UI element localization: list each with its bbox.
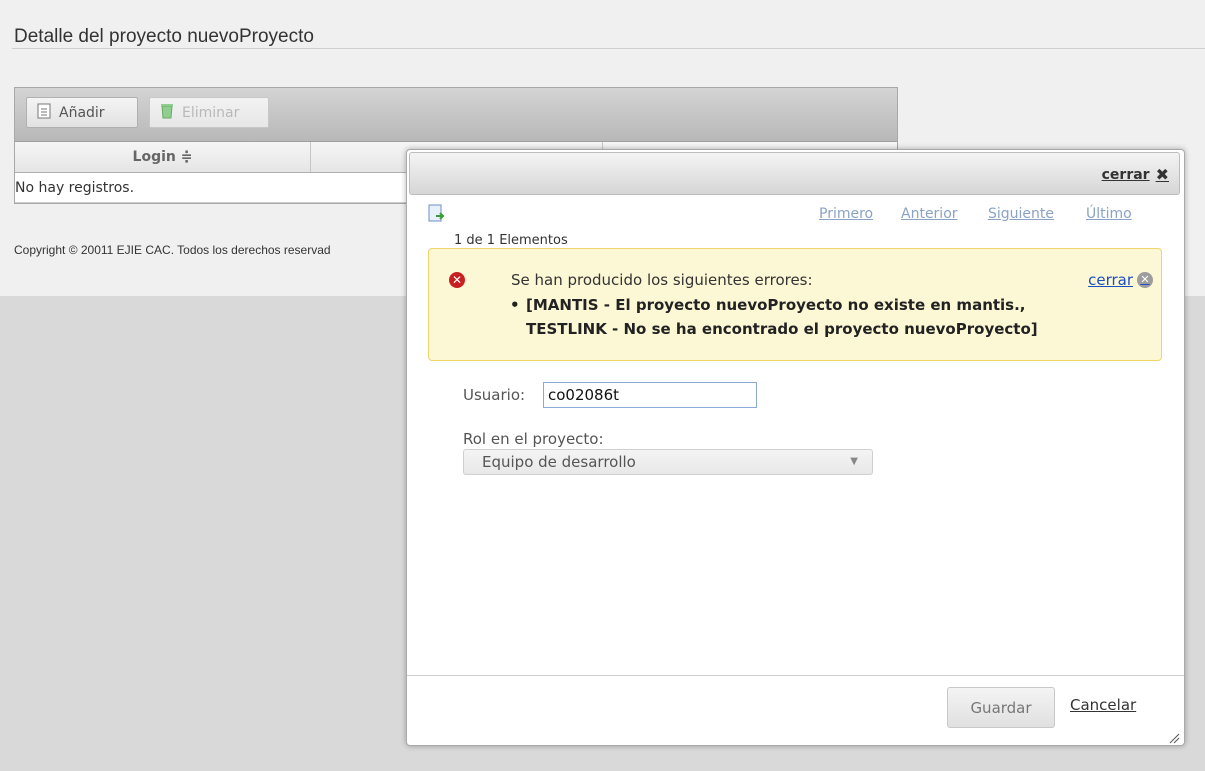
- error-close-button[interactable]: cerrar ✕: [1088, 271, 1153, 289]
- bullet-icon: •: [510, 296, 520, 314]
- close-circle-icon: ✕: [1137, 272, 1153, 288]
- save-button[interactable]: Guardar: [947, 687, 1055, 728]
- add-label: Añadir: [59, 104, 105, 121]
- grid-toolbar: Añadir Eliminar: [15, 88, 897, 142]
- role-selected-value: Equipo de desarrollo: [482, 453, 636, 471]
- error-panel: ✕ Se han producido los siguientes errore…: [428, 248, 1162, 361]
- trash-icon: [160, 103, 174, 123]
- error-title: Se han producido los siguientes errores:: [511, 271, 813, 289]
- record-count: 1 de 1 Elementos: [454, 233, 568, 248]
- error-item: • [MANTIS - El proyecto nuevoProyecto no…: [510, 293, 1038, 317]
- dialog-header[interactable]: cerrar ✖: [409, 152, 1180, 195]
- user-input[interactable]: [543, 382, 757, 408]
- error-list: • [MANTIS - El proyecto nuevoProyecto no…: [510, 293, 1038, 341]
- dialog-footer-divider: [407, 675, 1184, 676]
- pager-prev-link[interactable]: Anterior: [901, 206, 958, 222]
- error-line-1: [MANTIS - El proyecto nuevoProyecto no e…: [526, 296, 1026, 314]
- pager-last-link[interactable]: Último: [1086, 206, 1132, 222]
- copyright-text: Copyright © 20011 EJIE CAC. Todos los de…: [14, 243, 331, 257]
- error-circle-icon: ✕: [449, 272, 465, 288]
- error-close-label: cerrar: [1088, 271, 1133, 289]
- delete-label: Eliminar: [182, 104, 240, 121]
- column-header-login[interactable]: Login ≑: [15, 142, 311, 172]
- page-title: Detalle del proyecto nuevoProyecto: [14, 26, 314, 47]
- error-line-2: TESTLINK - No se ha encontrado el proyec…: [526, 320, 1038, 338]
- add-button[interactable]: Añadir: [26, 97, 138, 128]
- title-divider: [12, 48, 1205, 49]
- member-dialog: cerrar ✖ Primero Anterior Siguiente Últi…: [406, 149, 1185, 746]
- user-label: Usuario:: [463, 386, 526, 404]
- pager-next-link[interactable]: Siguiente: [988, 206, 1054, 222]
- close-x-icon: ✖: [1155, 165, 1169, 184]
- role-select[interactable]: Equipo de desarrollo ▼: [463, 449, 873, 475]
- document-icon: [37, 103, 51, 123]
- delete-button[interactable]: Eliminar: [149, 97, 269, 128]
- dialog-close-label: cerrar: [1101, 166, 1150, 183]
- export-document-icon[interactable]: [428, 204, 446, 224]
- chevron-down-icon: ▼: [850, 456, 858, 467]
- pager-first-link[interactable]: Primero: [819, 206, 873, 222]
- role-label: Rol en el proyecto:: [463, 430, 604, 448]
- dialog-close-button[interactable]: cerrar ✖: [1102, 165, 1169, 184]
- cancel-link[interactable]: Cancelar: [1070, 696, 1136, 714]
- resize-handle-icon[interactable]: [1168, 729, 1180, 744]
